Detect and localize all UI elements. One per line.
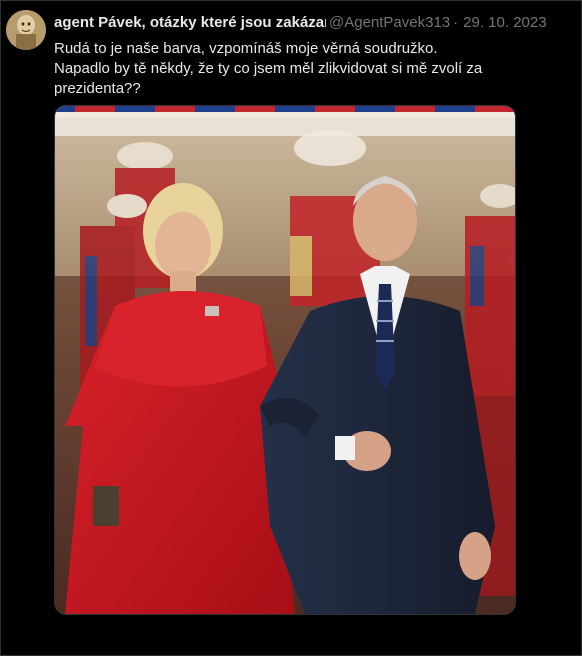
user-avatar[interactable] bbox=[6, 10, 46, 50]
tweet-text-line: Napadlo by tě někdy, že ty co jsem měl z… bbox=[54, 60, 483, 77]
tweet-text-line: prezidenta?? bbox=[54, 80, 141, 97]
user-handle[interactable]: @AgentPavek313 bbox=[329, 14, 450, 31]
tweet-photo[interactable] bbox=[54, 105, 516, 615]
display-name[interactable]: agent Pávek, otázky které jsou zakázané bbox=[54, 14, 326, 31]
photo-illustration bbox=[55, 106, 515, 614]
avatar-image bbox=[6, 10, 46, 50]
tweet-text: Rudá to je naše barva, vzpomínáš moje vě… bbox=[54, 39, 534, 99]
header-separator: · bbox=[453, 13, 459, 31]
tweet-card[interactable]: agent Pávek, otázky které jsou zakázané … bbox=[0, 0, 582, 656]
tweet-header: agent Pávek, otázky které jsou zakázané … bbox=[54, 12, 574, 32]
tweet-text-line: Rudá to je naše barva, vzpomínáš moje vě… bbox=[54, 40, 438, 57]
tweet-date[interactable]: 29. 10. 2023 bbox=[463, 14, 546, 31]
